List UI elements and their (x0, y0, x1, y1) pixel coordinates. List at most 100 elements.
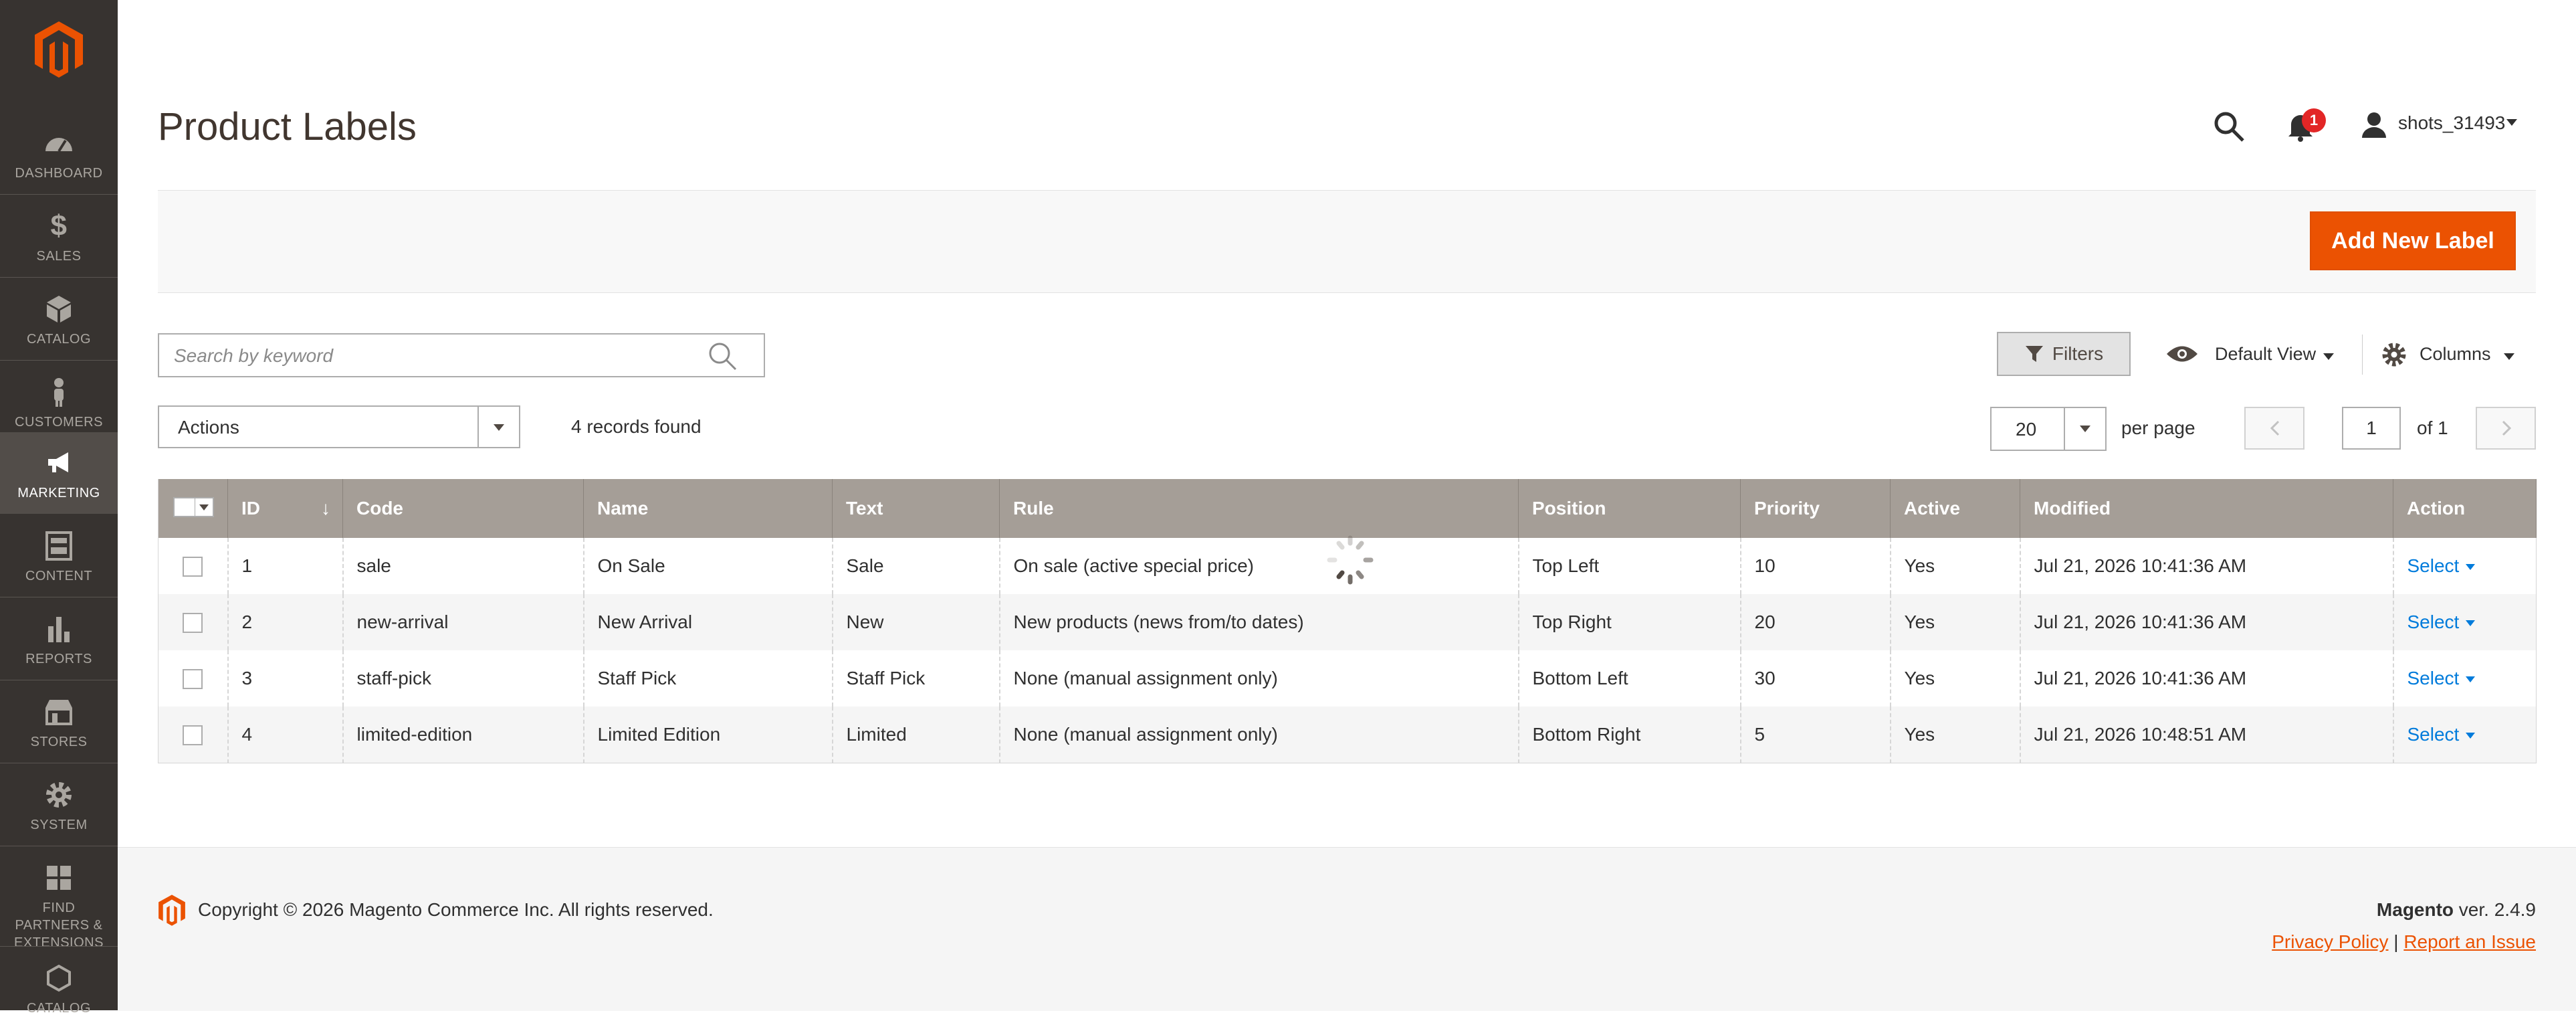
chevron-down-icon[interactable] (2064, 408, 2105, 450)
chevron-down-icon[interactable] (477, 407, 519, 447)
cell-code: staff-pick (342, 650, 584, 707)
mass-select-header[interactable] (158, 479, 228, 538)
page-actions-bar (158, 190, 2536, 293)
sidebar-item-sales[interactable]: $ SALES (0, 195, 118, 277)
chevron-down-icon[interactable] (2466, 620, 2476, 627)
page-footer (118, 847, 2576, 1011)
table-row: 3 staff-pick Staff Pick Staff Pick None … (158, 650, 2537, 707)
sidebar-item-find-partners[interactable]: FIND PARTNERS & EXTENSIONS (0, 847, 118, 950)
sidebar-item-catalog[interactable]: CATALOG (0, 278, 118, 360)
labels-grid: ID ↓ Code Name Text Rule Position Priorit… (158, 479, 2537, 763)
cell-rule: New products (news from/to dates) (999, 594, 1519, 650)
filters-button[interactable]: Filters (1997, 332, 2131, 376)
current-page-input[interactable]: 1 (2342, 407, 2401, 450)
search-submit-icon[interactable] (706, 340, 740, 372)
chevron-down-icon[interactable] (2466, 732, 2476, 739)
previous-page-button[interactable] (2244, 407, 2304, 450)
chevron-down-icon[interactable] (2504, 353, 2514, 360)
cell-text: New (832, 594, 1000, 650)
person-icon (54, 378, 64, 407)
view-switcher[interactable]: Default View (2215, 344, 2316, 365)
hexagon-icon (47, 964, 71, 992)
report-issue-link[interactable]: Report an Issue (2403, 931, 2536, 952)
row-action-select[interactable]: Select (2407, 612, 2460, 632)
cell-rule: None (manual assignment only) (999, 650, 1519, 707)
actions-label: Actions (178, 417, 239, 438)
column-header-modified[interactable]: Modified (2020, 479, 2393, 538)
chevron-down-icon[interactable] (2323, 353, 2334, 360)
cell-priority: 20 (1740, 594, 1891, 650)
chevron-down-icon[interactable] (2506, 119, 2517, 126)
column-header-name[interactable]: Name (583, 479, 833, 538)
dashboard-icon (45, 138, 72, 153)
chevron-down-icon[interactable] (2466, 564, 2476, 571)
search-icon[interactable] (2212, 110, 2246, 143)
per-page-select[interactable]: 20 (1990, 407, 2107, 451)
row-checkbox[interactable] (183, 725, 203, 746)
column-header-priority[interactable]: Priority (1740, 479, 1891, 538)
row-checkbox[interactable] (183, 557, 203, 577)
mass-select-checkbox[interactable] (173, 496, 214, 517)
cell-rule: On sale (active special price) (999, 538, 1519, 594)
sidebar-item-reports[interactable]: REPORTS (0, 598, 118, 680)
sidebar-item-catalog-2[interactable]: CATALOG (0, 947, 118, 1029)
table-row: 4 limited-edition Limited Edition Limite… (158, 707, 2537, 763)
sidebar-item-content[interactable]: CONTENT (0, 515, 118, 597)
megaphone-icon (48, 452, 68, 472)
cell-name: Staff Pick (583, 650, 833, 707)
link-separator: | (2388, 931, 2404, 952)
columns-button[interactable]: Columns (2420, 344, 2491, 365)
boxes-icon (47, 866, 71, 890)
cell-code: new-arrival (342, 594, 584, 650)
add-new-label-button[interactable]: Add New Label (2310, 211, 2516, 270)
cell-id: 1 (227, 538, 344, 594)
sidebar-item-label: SALES (36, 249, 82, 264)
eye-icon[interactable] (2165, 344, 2199, 364)
table-header-row: ID ↓ Code Name Text Rule Position Priorit… (158, 479, 2537, 538)
chevron-down-icon[interactable] (195, 498, 213, 516)
privacy-policy-link[interactable]: Privacy Policy (2272, 931, 2388, 952)
cell-priority: 5 (1740, 707, 1891, 763)
cell-modified: Jul 21, 2026 10:48:51 AM (2020, 707, 2394, 763)
cell-id: 4 (227, 707, 344, 763)
footer-links: Privacy Policy | Report an Issue (2272, 931, 2536, 953)
notification-badge[interactable]: 1 (2302, 108, 2326, 132)
column-header-rule[interactable]: Rule (999, 479, 1519, 538)
column-header-code[interactable]: Code (342, 479, 584, 538)
search-input[interactable] (173, 341, 697, 371)
row-checkbox[interactable] (183, 613, 203, 634)
sidebar-item-customers[interactable]: CUSTOMERS (0, 361, 118, 443)
user-icon[interactable] (2361, 111, 2387, 138)
keyword-search (158, 333, 765, 377)
dollar-icon: $ (50, 209, 68, 242)
row-action-select[interactable]: Select (2407, 555, 2460, 576)
bar-chart-icon (48, 617, 70, 642)
sidebar-item-stores[interactable]: STORES (0, 681, 118, 763)
cell-modified: Jul 21, 2026 10:41:36 AM (2020, 594, 2394, 650)
records-count: 4 records found (571, 416, 702, 437)
gear-icon[interactable] (2381, 341, 2407, 368)
sidebar-item-label: REPORTS (25, 652, 92, 666)
total-pages: of 1 (2417, 417, 2448, 438)
brand-name: Magento (2376, 899, 2454, 920)
row-checkbox[interactable] (183, 669, 203, 690)
column-header-text[interactable]: Text (832, 479, 1000, 538)
magento-logo-icon[interactable] (33, 20, 84, 78)
cell-active: Yes (1890, 707, 2021, 763)
cell-active: Yes (1890, 538, 2021, 594)
sidebar-item-dashboard[interactable]: DASHBOARD (0, 112, 118, 194)
table-row: 2 new-arrival New Arrival New New produc… (158, 594, 2537, 650)
sidebar-item-marketing[interactable]: MARKETING (0, 432, 118, 514)
column-header-active[interactable]: Active (1890, 479, 2020, 538)
sidebar-item-label: DASHBOARD (15, 166, 103, 181)
mass-actions-dropdown[interactable]: Actions (158, 405, 520, 448)
next-page-button[interactable] (2476, 407, 2536, 450)
chevron-down-icon[interactable] (2466, 676, 2476, 683)
column-header-id[interactable]: ID ↓ (227, 479, 343, 538)
row-action-select[interactable]: Select (2407, 668, 2460, 688)
cell-text: Staff Pick (832, 650, 1000, 707)
user-menu[interactable]: shots_31493 (2398, 112, 2505, 134)
row-action-select[interactable]: Select (2407, 724, 2460, 745)
column-header-position[interactable]: Position (1518, 479, 1741, 538)
sidebar-item-system[interactable]: SYSTEM (0, 764, 118, 846)
